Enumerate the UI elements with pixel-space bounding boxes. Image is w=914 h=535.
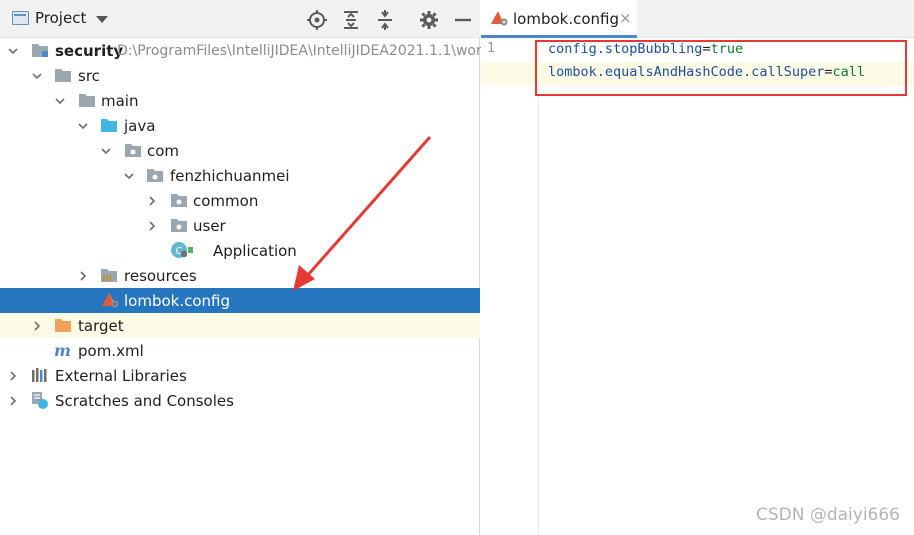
close-icon[interactable]: × [619, 9, 632, 27]
watermark: CSDN @daiyi666 [755, 505, 900, 525]
project-panel: Project security D:\ProgramFiles\Intelli… [0, 0, 490, 535]
line-number: 1 [487, 41, 495, 56]
tab-label: lombok.config [513, 10, 620, 28]
tab-lombok-config[interactable]: lombok.config × [481, 0, 637, 38]
annotation-highlight-box [535, 40, 907, 96]
editor-tab-bar: lombok.config × [481, 0, 914, 38]
line-number-gutter: 1 2 [481, 38, 539, 535]
code-editor[interactable]: config.stopBubbling=true lombok.equalsAn… [481, 38, 914, 535]
lombok-config-icon [491, 11, 508, 26]
annotation-arrow [293, 136, 432, 291]
